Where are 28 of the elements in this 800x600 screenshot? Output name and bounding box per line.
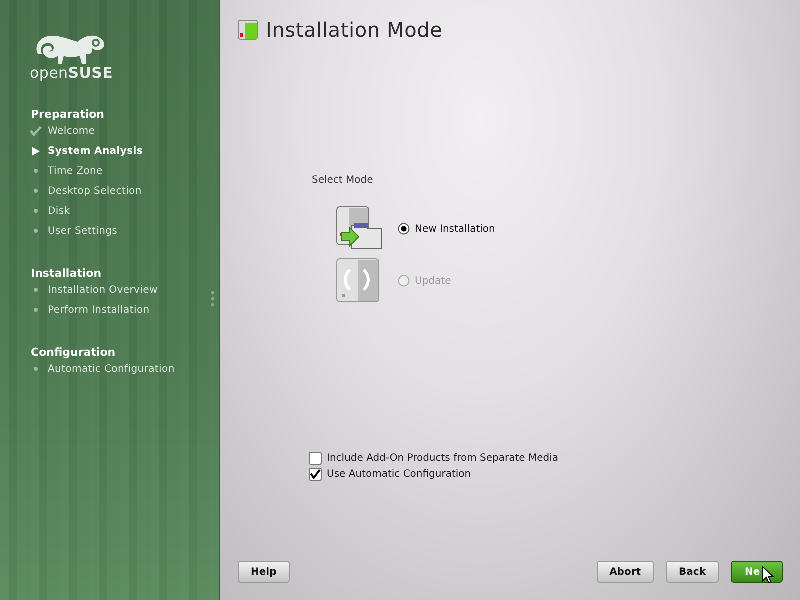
cursor-icon <box>762 566 774 584</box>
checkbox[interactable]: Use Automatic Configuration <box>309 467 800 481</box>
step-label: Welcome <box>48 126 96 136</box>
group-label: Select Mode <box>312 175 374 186</box>
page-title: Installation Mode <box>266 18 443 42</box>
wizard-button[interactable]: Back <box>666 561 719 583</box>
grip-icon[interactable] <box>211 291 215 307</box>
step-label: Desktop Selection <box>48 186 142 196</box>
step-label: Perform Installation <box>48 304 150 316</box>
radio-icon <box>398 275 410 287</box>
step-label: User Settings <box>48 226 118 236</box>
drive-icon <box>238 20 258 40</box>
checkbox[interactable]: Include Add-On Products from Separate Media <box>309 451 800 465</box>
step-label: Disk <box>48 206 70 216</box>
logo-text: openSUSE <box>30 64 114 82</box>
radio-icon <box>398 223 410 235</box>
section-title: Installation <box>31 267 102 280</box>
wizard-button[interactable]: Abort <box>596 561 654 583</box>
step-label: System Analysis <box>48 146 144 156</box>
section-title: Preparation <box>31 108 105 121</box>
drive-folder-icon <box>336 206 384 252</box>
checkmark-icon <box>310 469 321 479</box>
wizard-button[interactable]: Help <box>238 561 290 583</box>
section-title: Configuration <box>31 346 116 359</box>
step-label: Automatic Configuration <box>48 364 175 374</box>
step-label: Installation Overview <box>48 284 158 296</box>
radio-option[interactable]: New Installation <box>398 223 496 235</box>
step-label: Time Zone <box>48 166 103 176</box>
